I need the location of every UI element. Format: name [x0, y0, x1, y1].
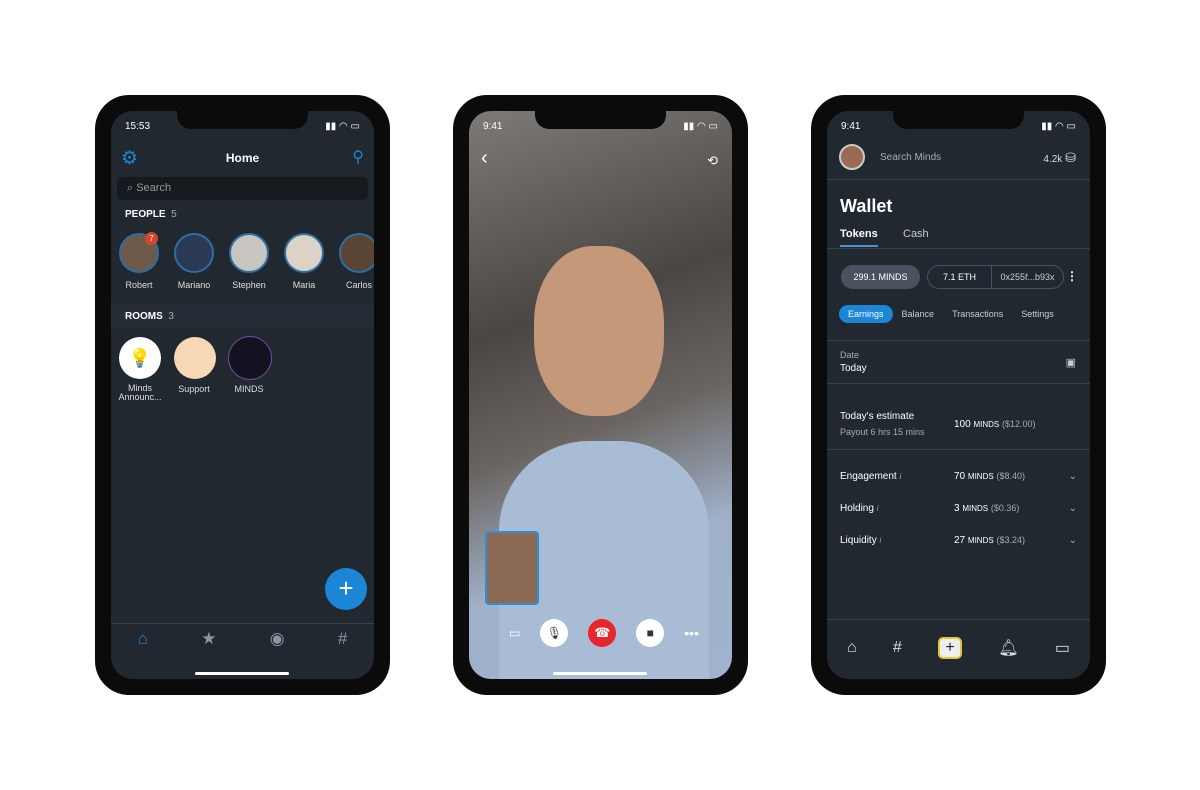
room-support[interactable]	[174, 337, 216, 379]
home-indicator	[553, 672, 647, 675]
room-name: Support	[178, 384, 210, 394]
avatar-mariano[interactable]	[174, 233, 214, 273]
more-icon[interactable]: •••	[684, 625, 699, 641]
switch-camera-icon[interactable]: ⟲	[707, 153, 718, 169]
room-name: MINDS	[234, 384, 264, 394]
tab-tokens[interactable]: Tokens	[840, 228, 878, 247]
pip-icon[interactable]: ▭	[509, 626, 520, 640]
hashtag-icon[interactable]: #	[893, 639, 902, 657]
status-icons: ▮▮ ◠ ▭	[325, 121, 360, 132]
room-minds-announcements[interactable]: 💡	[119, 337, 161, 379]
avatar-carlos[interactable]	[339, 233, 374, 273]
avatar-maria[interactable]	[284, 233, 324, 273]
avatar-stephen[interactable]	[229, 233, 269, 273]
more-options-icon[interactable]: ⋮	[1066, 269, 1078, 283]
hashtag-icon[interactable]: #	[338, 629, 347, 649]
person-name: Carlos	[345, 280, 372, 290]
minds-balance[interactable]: 299.1 MINDS	[841, 265, 920, 289]
search-icon[interactable]: ⚲	[352, 147, 364, 167]
info-icon: i	[876, 504, 879, 513]
phone-wallet: 9:41 ▮▮ ◠ ▭ Search Minds 4.2k ⛁ Wallet To…	[811, 95, 1106, 695]
video-call-screen: 9:41 ▮▮ ◠ ▭ ‹ ⟲ ▭ 🎙 ☎ ■ •••	[469, 111, 732, 679]
home-indicator	[195, 672, 289, 675]
chevron-down-icon: ⌄	[1068, 471, 1077, 482]
chevron-down-icon: ⌄	[1068, 535, 1077, 546]
date-label: Date	[840, 350, 860, 360]
compose-icon[interactable]: +	[938, 637, 963, 659]
person-name: Robert	[125, 280, 153, 290]
people-header: PEOPLE 5	[125, 209, 177, 220]
chevron-down-icon: ⌄	[1068, 503, 1077, 514]
person-name: Maria	[292, 280, 316, 290]
earnings-row-liquidity[interactable]: Liquidity i 27 MINDS ($3.24) ⌄	[840, 535, 1077, 546]
room-name: Minds Announc...	[118, 383, 162, 402]
notifications-icon[interactable]: 🔔︎	[998, 638, 1018, 658]
eth-balance[interactable]: 7.1 ETH	[928, 266, 992, 288]
earnings-row-holding[interactable]: Holding i3 MINDS ($0.36) ⌄	[840, 503, 1077, 514]
date-value[interactable]: Today	[840, 363, 867, 374]
subtab-balance[interactable]: Balance	[893, 305, 944, 323]
home-icon[interactable]: ⌂	[138, 629, 148, 649]
caller-video	[534, 246, 664, 416]
subtab-earnings[interactable]: Earnings	[839, 305, 893, 323]
wallet-screen: 9:41 ▮▮ ◠ ▭ Search Minds 4.2k ⛁ Wallet To…	[827, 111, 1090, 679]
payout-time: Payout 6 hrs 15 mins	[840, 427, 925, 437]
room-minds[interactable]	[228, 336, 272, 380]
person-name: Stephen	[232, 280, 266, 290]
calendar-icon[interactable]: ▣	[1066, 356, 1076, 369]
phone-home: 15:53 ▮▮ ◠ ▭ ⚙ Home ⚲ ⌕ Search PEOPLE 5 7…	[95, 95, 390, 695]
unread-badge: 7	[145, 232, 158, 245]
status-time: 9:41	[841, 121, 861, 132]
search-input[interactable]: ⌕ Search	[117, 177, 368, 200]
profile-icon[interactable]: ◉	[270, 629, 285, 649]
estimate-amount: 100 MINDS ($12.00)	[954, 419, 1036, 430]
home-icon[interactable]: ⌂	[847, 639, 857, 657]
token-count: 4.2k ⛁	[1043, 150, 1076, 165]
info-icon: i	[879, 536, 882, 545]
page-title: Wallet	[840, 196, 893, 216]
self-video-preview[interactable]	[485, 531, 539, 605]
search-minds[interactable]: Search Minds	[880, 152, 941, 163]
estimate-label: Today's estimate	[840, 411, 915, 422]
chat-icon[interactable]: ▭	[1055, 638, 1070, 658]
info-icon: i	[899, 472, 902, 481]
wallet-address[interactable]: 0x255f...b93x	[992, 266, 1063, 288]
search-placeholder: Search	[136, 182, 172, 194]
hang-up-icon[interactable]: ☎	[588, 619, 617, 647]
new-chat-button[interactable]: +	[325, 568, 367, 610]
status-time: 15:53	[125, 121, 151, 132]
microphone-icon[interactable]: 🎙	[540, 619, 569, 647]
video-icon[interactable]: ■	[636, 619, 665, 647]
star-icon[interactable]: ★	[201, 629, 216, 649]
home-screen: 15:53 ▮▮ ◠ ▭ ⚙ Home ⚲ ⌕ Search PEOPLE 5 7…	[111, 111, 374, 679]
back-icon[interactable]: ‹	[481, 147, 488, 170]
rooms-header: ROOMS 3	[125, 311, 174, 322]
person-name: Mariano	[177, 280, 211, 290]
subtab-settings[interactable]: Settings	[1012, 305, 1063, 323]
subtab-transactions[interactable]: Transactions	[943, 305, 1012, 323]
status-time: 9:41	[483, 121, 503, 132]
earnings-row-engagement[interactable]: Engagement i 70 MINDS ($8.40) ⌄	[840, 471, 1077, 482]
page-title: Home	[225, 151, 260, 165]
phone-call: 9:41 ▮▮ ◠ ▭ ‹ ⟲ ▭ 🎙 ☎ ■ •••	[453, 95, 748, 695]
coins-icon[interactable]: ⛁	[1065, 150, 1076, 165]
tab-cash[interactable]: Cash	[903, 228, 929, 240]
avatar[interactable]	[839, 144, 865, 170]
